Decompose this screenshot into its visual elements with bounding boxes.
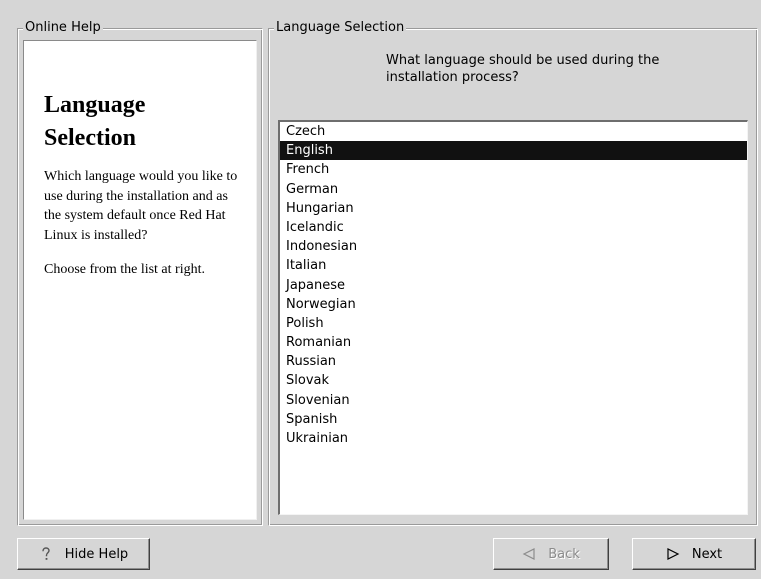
language-item-german[interactable]: German — [280, 180, 747, 199]
language-item-slovenian[interactable]: Slovenian — [280, 391, 747, 410]
language-selection-frame: Language Selection What language should … — [268, 20, 758, 526]
back-label: Back — [548, 546, 580, 562]
next-arrow-icon — [666, 547, 680, 561]
help-paragraph: Which language would you like to use dur… — [44, 169, 238, 243]
language-item-spanish[interactable]: Spanish — [280, 410, 747, 429]
language-list[interactable]: Czech English French German Hungarian Iceland… — [278, 120, 748, 515]
hide-help-label: Hide Help — [64, 546, 129, 562]
help-paragraph: Choose from the list at right. — [44, 262, 205, 277]
back-arrow-icon — [522, 547, 536, 561]
language-item-russian[interactable]: Russian — [280, 352, 747, 371]
online-help-legend: Online Help — [23, 20, 103, 36]
online-help-frame: Online Help Language Selection Which lan… — [17, 20, 263, 526]
language-selection-legend: Language Selection — [274, 20, 407, 36]
language-item-slovak[interactable]: Slovak — [280, 371, 747, 390]
next-label: Next — [691, 546, 723, 562]
language-item-indonesian[interactable]: Indonesian — [280, 237, 747, 256]
language-question: What language should be used during the … — [386, 53, 660, 85]
language-item-norwegian[interactable]: Norwegian — [280, 295, 747, 314]
language-item-ukrainian[interactable]: Ukrainian — [280, 429, 747, 448]
question-mark-icon — [39, 547, 53, 561]
language-item-polish[interactable]: Polish — [280, 314, 747, 333]
help-title: Language Selection — [44, 92, 146, 151]
language-item-hungarian[interactable]: Hungarian — [280, 199, 747, 218]
language-item-italian[interactable]: Italian — [280, 256, 747, 275]
language-item-czech[interactable]: Czech — [280, 122, 747, 141]
language-item-icelandic[interactable]: Icelandic — [280, 218, 747, 237]
language-item-romanian[interactable]: Romanian — [280, 333, 747, 352]
language-item-french[interactable]: French — [280, 160, 747, 179]
language-item-english[interactable]: English — [280, 141, 747, 161]
next-button[interactable]: Next — [632, 538, 756, 570]
language-item-japanese[interactable]: Japanese — [280, 276, 747, 295]
back-button[interactable]: Back — [493, 538, 609, 570]
hide-help-button[interactable]: Hide Help — [17, 538, 150, 570]
online-help-content: Language Selection Which language would … — [23, 40, 257, 520]
